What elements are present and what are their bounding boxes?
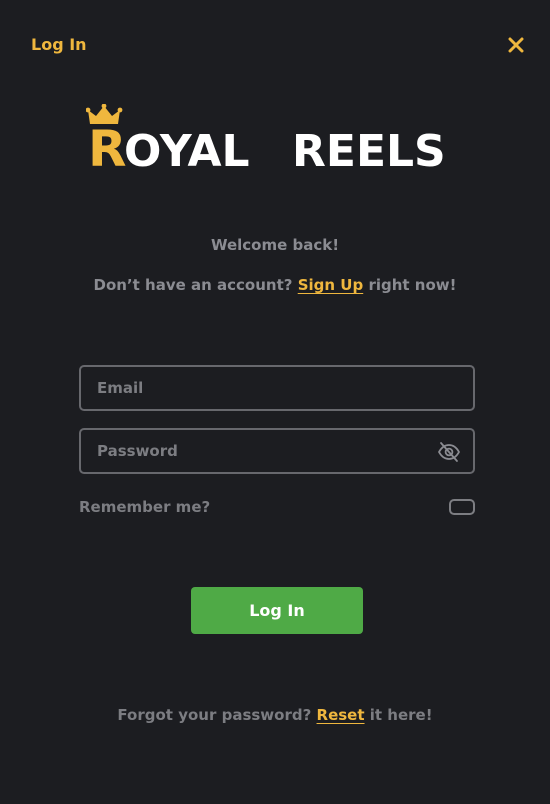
close-button[interactable] (505, 34, 527, 56)
forgot-prefix: Forgot your password? (117, 706, 312, 724)
signup-prefix: Don’t have an account? (93, 276, 293, 294)
forgot-password-prompt: Forgot your password? Reset it here! (0, 706, 550, 724)
reset-link[interactable]: Reset (317, 706, 365, 724)
email-field-container (79, 365, 475, 411)
remember-me-checkbox[interactable] (449, 499, 475, 515)
email-field[interactable] (81, 367, 473, 409)
forgot-suffix: it here! (369, 706, 433, 724)
remember-me-label: Remember me? (79, 498, 211, 516)
logo-word-reels: REELS (292, 126, 446, 174)
welcome-text: Welcome back! (210, 236, 340, 254)
signup-link[interactable]: Sign Up (298, 276, 364, 294)
signup-prompt: Don’t have an account? Sign Up right now… (0, 276, 550, 294)
eye-off-icon (437, 442, 461, 462)
password-field[interactable] (81, 430, 473, 472)
close-icon (508, 37, 524, 53)
password-field-container (79, 428, 475, 474)
modal-title: Log In (31, 35, 87, 54)
royal-reels-logo: R OYAL REELS (85, 103, 468, 178)
login-button[interactable]: Log In (191, 587, 363, 634)
signup-suffix: right now! (368, 276, 457, 294)
logo-word-oyal: OYAL (124, 126, 250, 174)
password-visibility-toggle[interactable] (437, 440, 461, 464)
logo-letter-r: R (88, 120, 127, 174)
